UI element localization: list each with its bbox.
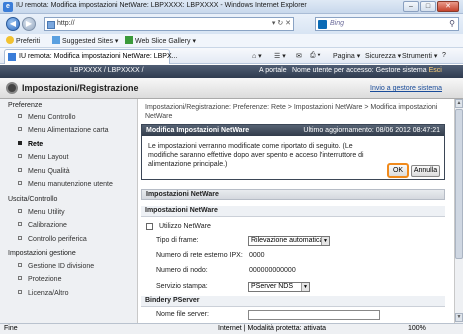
sidebar: Preferenze Menu Controllo Menu Alimentaz… xyxy=(0,99,138,323)
tab-title: IU remota: Modifica impostazioni NetWare… xyxy=(19,53,178,60)
user-value: Gestore sistema xyxy=(375,67,427,74)
sidebar-section-preferences: Preferenze xyxy=(8,102,43,109)
bing-icon xyxy=(318,20,327,29)
product-header: LBPXXXX / LBPXXXX / A portale Nome utent… xyxy=(0,65,463,78)
frame-type-select[interactable]: Rilevazione automatica ▼ xyxy=(248,236,330,246)
main-content: Impostazioni/Registrazione: Preferenze: … xyxy=(139,99,454,323)
chevron-down-icon: ▼ xyxy=(301,283,309,291)
subsection-header-netware: Impostazioni NetWare xyxy=(141,206,445,217)
home-icon[interactable]: ⌂ ▾ xyxy=(252,52,262,60)
favorites-bar: Preferiti Suggested Sites ▾ Web Slice Ga… xyxy=(0,34,463,48)
last-updated: Ultimo aggiornamento: 08/06 2012 08:47:2… xyxy=(303,127,440,134)
scroll-down-icon[interactable]: ▼ xyxy=(455,313,463,322)
section-header-netware: Impostazioni NetWare xyxy=(141,189,445,200)
user-info: Nome utente per accesso: Gestore sistema… xyxy=(292,67,442,74)
status-bar: Fine Internet | Modalità protetta: attiv… xyxy=(0,323,463,334)
help-menu[interactable]: ? xyxy=(442,52,446,59)
scroll-thumb[interactable] xyxy=(455,109,463,259)
ext-net-label: Numero di rete esterno IPX: xyxy=(156,252,243,259)
dialog-header: Modifica Impostazioni NetWare Ultimo agg… xyxy=(142,125,444,136)
back-button[interactable]: ◀ xyxy=(6,17,20,31)
search-icon[interactable]: ⚲ xyxy=(449,19,455,28)
favorites-button[interactable]: Preferiti xyxy=(6,36,40,45)
ext-net-value: 0000 xyxy=(249,252,265,259)
file-server-input[interactable] xyxy=(248,310,380,320)
chevron-down-icon: ▼ xyxy=(321,237,329,245)
zoom-level[interactable]: 100% xyxy=(408,325,426,332)
search-placeholder: Bing xyxy=(330,20,345,27)
sidebar-item-protezione[interactable]: Protezione xyxy=(18,276,61,283)
scroll-up-icon[interactable]: ▲ xyxy=(455,99,463,108)
node-number-value: 000000000000 xyxy=(249,267,296,274)
sidebar-section-uscita: Uscita/Controllo xyxy=(8,196,58,203)
sidebar-item-calibrazione[interactable]: Calibrazione xyxy=(18,222,67,229)
node-number-label: Numero di nodo: xyxy=(156,267,208,274)
suggested-sites-link[interactable]: Suggested Sites ▾ xyxy=(52,36,118,45)
security-zone: Internet | Modalità protetta: attivata xyxy=(218,325,327,332)
window-title: IU remota: Modifica impostazioni NetWare… xyxy=(16,2,307,9)
vertical-scrollbar[interactable]: ▲ ▼ xyxy=(454,99,463,323)
print-service-select[interactable]: PServer NDS ▼ xyxy=(248,282,310,292)
refresh-stop-icons[interactable]: ▾ ↻ ✕ xyxy=(272,19,291,27)
portal-link[interactable]: A portale xyxy=(259,67,287,74)
sidebar-item-rete[interactable]: Rete xyxy=(18,141,43,148)
address-toolbar: ◀ ▶ http:// ▾ ↻ ✕ Bing ⚲ xyxy=(0,14,463,34)
window-titlebar: e IU remota: Modifica impostazioni NetWa… xyxy=(0,0,463,14)
send-to-admin-link[interactable]: Invio a gestore sistema xyxy=(370,85,442,92)
confirm-dialog: Modifica Impostazioni NetWare Ultimo agg… xyxy=(141,124,445,180)
dialog-title: Modifica Impostazioni NetWare xyxy=(146,127,250,134)
maximize-button[interactable]: □ xyxy=(420,1,436,12)
frame-type-label: Tipo di frame: xyxy=(156,237,199,244)
status-text: Fine xyxy=(4,325,18,332)
sidebar-item-licenza[interactable]: Licenza/Altro xyxy=(18,290,68,297)
close-button[interactable]: ✕ xyxy=(437,1,459,12)
sidebar-item-menu-layout[interactable]: Menu Layout xyxy=(18,154,68,161)
use-netware-checkbox[interactable] xyxy=(146,223,153,230)
url-text: http:// xyxy=(57,20,75,27)
breadcrumb: Impostazioni/Registrazione: Preferenze: … xyxy=(145,104,438,120)
minimize-button[interactable]: – xyxy=(403,1,419,12)
sidebar-item-menu-alimentazione[interactable]: Menu Alimentazione carta xyxy=(18,127,109,134)
product-name: LBPXXXX / LBPXXXX / xyxy=(70,67,144,74)
ie-logo-icon: e xyxy=(3,2,13,12)
file-server-label: Nome file server: xyxy=(156,311,209,318)
sidebar-item-menu-manutenzione[interactable]: Menu manutenzione utente xyxy=(18,181,113,188)
print-icon[interactable]: ⎙ ▾ xyxy=(310,52,321,60)
browser-tab[interactable]: IU remota: Modifica impostazioni NetWare… xyxy=(4,49,177,64)
subsection-header-bindery: Bindery PServer xyxy=(141,296,445,307)
search-input[interactable]: Bing ⚲ xyxy=(315,17,459,31)
tab-toolbar: IU remota: Modifica impostazioni NetWare… xyxy=(0,48,463,64)
address-input[interactable]: http:// ▾ ↻ ✕ xyxy=(44,17,294,31)
page-title: Impostazioni/Registrazione xyxy=(22,83,139,93)
feeds-icon[interactable]: ☰ ▾ xyxy=(274,52,286,60)
cancel-button[interactable]: Annulla xyxy=(411,165,440,177)
user-label: Nome utente per accesso: xyxy=(292,67,374,74)
tools-menu[interactable]: Strumenti ▾ xyxy=(402,52,437,60)
page-header: Impostazioni/Registrazione Invio a gesto… xyxy=(0,78,463,99)
ok-button[interactable]: OK xyxy=(387,163,409,178)
sidebar-item-menu-utility[interactable]: Menu Utility xyxy=(18,209,65,216)
forward-button[interactable]: ▶ xyxy=(22,17,36,31)
use-netware-label: Utilizzo NetWare xyxy=(159,223,211,230)
sidebar-item-menu-controllo[interactable]: Menu Controllo xyxy=(18,114,75,121)
star-icon xyxy=(6,36,14,44)
print-service-label: Servizio stampa: xyxy=(156,283,208,290)
tab-page-icon xyxy=(8,53,16,61)
web-slice-gallery-link[interactable]: Web Slice Gallery ▾ xyxy=(125,36,196,45)
sidebar-item-gestione-id[interactable]: Gestione ID divisione xyxy=(18,263,94,270)
dialog-message: Le impostazioni verranno modificate come… xyxy=(148,143,364,168)
sidebar-section-gestione: Impostazioni gestione xyxy=(8,250,76,257)
mail-icon[interactable]: ✉ xyxy=(296,52,302,60)
sidebar-item-menu-qualita[interactable]: Menu Qualità xyxy=(18,168,70,175)
page-icon xyxy=(47,21,55,29)
settings-gear-icon xyxy=(6,82,18,94)
page-menu[interactable]: Pagina ▾ xyxy=(333,52,360,60)
suggested-sites-icon xyxy=(52,36,60,44)
safety-menu[interactable]: Sicurezza ▾ xyxy=(365,52,401,60)
web-slice-icon xyxy=(125,36,133,44)
sidebar-item-controllo-periferica[interactable]: Controllo periferica xyxy=(18,236,87,243)
logout-link[interactable]: Esci xyxy=(429,67,442,74)
